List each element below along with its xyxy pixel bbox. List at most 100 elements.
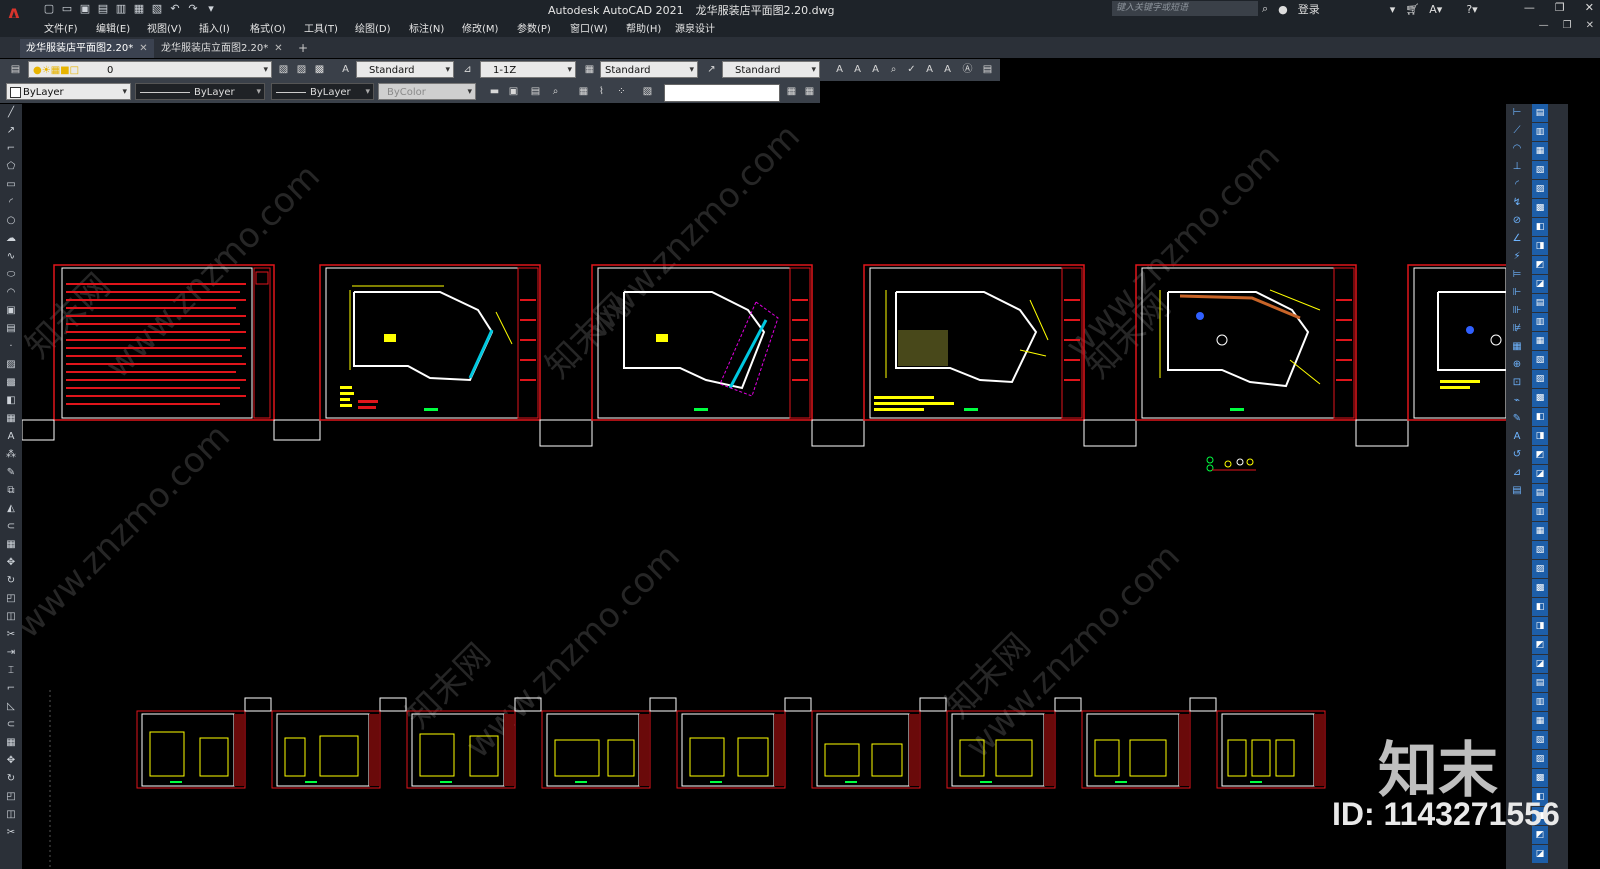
layer-properties-icon[interactable]: ▤ [8, 62, 23, 77]
menu-view[interactable]: 视图(V) [147, 20, 182, 35]
layer-states-icon[interactable]: ▩ [312, 62, 327, 77]
arc-icon[interactable]: ◜ [2, 194, 20, 212]
plugin-tool-icon[interactable]: ▧ [1532, 731, 1548, 750]
plugin-tool-icon[interactable]: ◨ [1532, 237, 1548, 256]
elevation-sheet[interactable] [271, 697, 407, 789]
elevation-sheet[interactable] [541, 697, 677, 789]
search-input[interactable]: 键入关键字或短语 [1112, 1, 1258, 16]
menu-draw[interactable]: 绘图(D) [355, 20, 391, 35]
toolbar-text-input[interactable] [664, 84, 780, 102]
polyline-icon[interactable]: ⌐ [2, 140, 20, 158]
erase-icon[interactable]: ✎ [2, 464, 20, 482]
move-icon[interactable]: ✥ [2, 554, 20, 572]
tab-close-icon[interactable]: ✕ [139, 43, 147, 54]
make-block-icon[interactable]: ▤ [2, 320, 20, 338]
radius-dim-icon[interactable]: ◜ [1509, 176, 1525, 194]
dim-edit-icon[interactable]: ✎ [1509, 410, 1525, 428]
plugin-tool-icon[interactable]: ◩ [1532, 256, 1548, 275]
layer-dropdown[interactable]: ●☀▦■□ 0 [28, 61, 272, 79]
arc-length-icon[interactable]: ◠ [1509, 140, 1525, 158]
menu-tools[interactable]: 工具(T) [304, 20, 338, 35]
plugin-tool-icon[interactable]: ◩ [1532, 636, 1548, 655]
layer-previous-icon[interactable]: ▨ [294, 62, 309, 77]
mirror-icon[interactable]: ◭ [2, 500, 20, 518]
maximize-icon[interactable]: ❐ [1555, 1, 1565, 14]
sheet-ceiling-plan[interactable] [1135, 264, 1409, 447]
customize-qat-icon[interactable]: ▾ [204, 2, 218, 16]
continue-dim-icon[interactable]: ⊩ [1509, 284, 1525, 302]
grid-icon[interactable]: ▦ [784, 84, 799, 99]
drawing-canvas[interactable]: www.znzmo.com www.znzmo.com www.znzmo.co… [22, 104, 1506, 869]
lineweight-dropdown[interactable]: ByLayer [271, 83, 374, 101]
rectangle-icon[interactable]: ▭ [2, 176, 20, 194]
plugin-tool-icon[interactable]: ◧ [1532, 408, 1548, 427]
match-properties-icon[interactable]: ▬ [487, 84, 502, 99]
plugin-tool-icon[interactable]: ▤ [1532, 104, 1548, 123]
dim-text-edit-icon[interactable]: A [1509, 428, 1525, 446]
mtext-icon[interactable]: A [2, 428, 20, 446]
redo-icon[interactable]: ↷ [186, 2, 200, 16]
revision-cloud-icon[interactable]: ☁ [2, 230, 20, 248]
help-icon[interactable]: ?▾ [1466, 3, 1477, 16]
elevation-sheet[interactable] [1216, 710, 1326, 789]
elevation-sheet[interactable] [676, 697, 812, 789]
justify-text-icon[interactable]: A [940, 62, 955, 77]
search-icon[interactable]: ⌕ [1262, 2, 1268, 16]
ellipse-arc-icon[interactable]: ◠ [2, 284, 20, 302]
color-dropdown[interactable]: ByLayer [6, 83, 131, 101]
doc-close-icon[interactable]: ✕ [1586, 20, 1594, 31]
elevation-sheet[interactable] [1081, 697, 1217, 789]
plugin-tool-icon[interactable]: ▨ [1532, 370, 1548, 389]
plugin-tool-icon[interactable]: ▤ [1532, 484, 1548, 503]
plugin-tool-icon[interactable]: ▥ [1532, 503, 1548, 522]
plugin-tool-icon[interactable]: ▥ [1532, 123, 1548, 142]
insert-block-icon[interactable]: ▣ [2, 302, 20, 320]
baseline-dim-icon[interactable]: ⊨ [1509, 266, 1525, 284]
gradient-icon[interactable]: ▩ [2, 374, 20, 392]
rotate-2-icon[interactable]: ↻ [2, 770, 20, 788]
ordinate-dim-icon[interactable]: ⊥ [1509, 158, 1525, 176]
text-scale-icon[interactable]: A [922, 62, 937, 77]
plugin-tool-icon[interactable]: ▨ [1532, 560, 1548, 579]
quick-dim-icon[interactable]: ⚡ [1509, 248, 1525, 266]
center-mark-icon[interactable]: ⊕ [1509, 356, 1525, 374]
dim-update-icon[interactable]: ↺ [1509, 446, 1525, 464]
plugin-tool-icon[interactable]: ▧ [1532, 541, 1548, 560]
break-icon[interactable]: ⌶ [2, 662, 20, 680]
fillet-icon[interactable]: ⊂ [2, 716, 20, 734]
plugin-tool-icon[interactable]: ▩ [1532, 199, 1548, 218]
plugin-tool-icon[interactable]: ▩ [1532, 579, 1548, 598]
linetype-dropdown[interactable]: ByLayer [135, 83, 265, 101]
doc-minimize-icon[interactable]: — [1539, 20, 1549, 31]
rotate-icon[interactable]: ↻ [2, 572, 20, 590]
autodesk-a-icon[interactable]: A▾ [1429, 3, 1442, 16]
construction-line-icon[interactable]: ↗ [2, 122, 20, 140]
dim-style-dropdown[interactable]: 1-1Z [480, 61, 576, 79]
menu-file[interactable]: 文件(F) [44, 20, 78, 35]
plugin-tool-icon[interactable]: ◪ [1532, 845, 1548, 864]
join-icon[interactable]: ⌐ [2, 680, 20, 698]
cart-icon[interactable]: 🛒︎ [1405, 3, 1419, 16]
angular-dim-icon[interactable]: ∠ [1509, 230, 1525, 248]
stretch-icon[interactable]: ◫ [2, 608, 20, 626]
edit-text-icon[interactable]: A [868, 62, 883, 77]
mtext-icon[interactable]: A [850, 62, 865, 77]
menu-parameter[interactable]: 参数(P) [517, 20, 551, 35]
linear-dim-icon[interactable]: ⊢ [1509, 104, 1525, 122]
plugin-tool-icon[interactable]: ▥ [1532, 313, 1548, 332]
new-file-icon[interactable]: ▢ [42, 2, 56, 16]
block-icon[interactable]: ▦ [576, 84, 591, 99]
menu-edit[interactable]: 编辑(E) [96, 20, 130, 35]
layer-iso-icon[interactable]: ▧ [640, 84, 655, 99]
plot-icon[interactable]: ▧ [150, 2, 164, 16]
inspection-icon[interactable]: ⊡ [1509, 374, 1525, 392]
undo-icon[interactable]: ↶ [168, 2, 182, 16]
close-icon[interactable]: ✕ [1585, 1, 1594, 14]
plugin-tool-icon[interactable]: ◩ [1532, 446, 1548, 465]
add-selected-icon[interactable]: ⁂ [2, 446, 20, 464]
plugin-tool-icon[interactable]: ▦ [1532, 522, 1548, 541]
plugin-tool-icon[interactable]: ▥ [1532, 693, 1548, 712]
tab-close-icon[interactable]: ✕ [274, 43, 282, 54]
open-web-icon[interactable]: ▥ [114, 2, 128, 16]
plugin-tool-icon[interactable]: ▦ [1532, 332, 1548, 351]
